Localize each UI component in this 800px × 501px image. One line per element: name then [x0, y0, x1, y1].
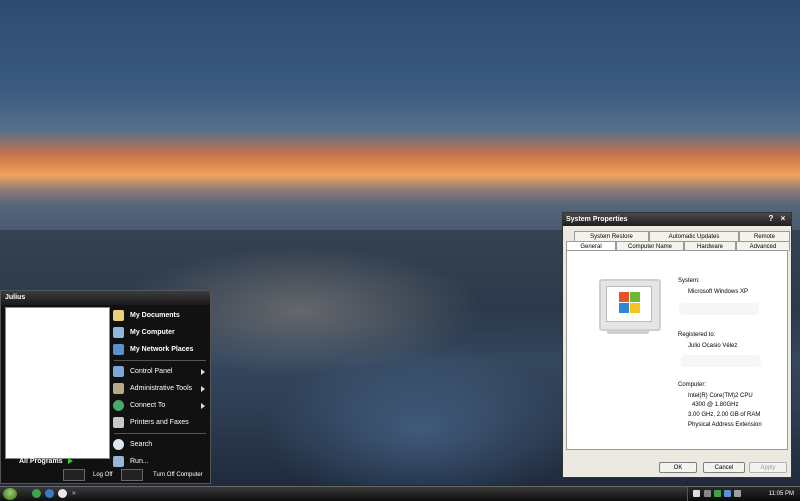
help-tray-icon[interactable] — [693, 490, 700, 497]
system-label: System: — [678, 278, 700, 284]
submenu-arrow-icon — [201, 403, 205, 409]
taskbar: » 11:05 PM — [0, 486, 800, 501]
green-arrow-icon — [67, 458, 73, 465]
quick-launch-more-icon[interactable]: » — [72, 487, 76, 501]
tabs-back-row: System Restore Automatic Updates Remote — [566, 231, 790, 241]
lock-icon — [63, 469, 85, 481]
menu-item-printers-and-faxes[interactable]: Printers and Faxes — [110, 414, 210, 431]
run-icon — [113, 456, 124, 467]
browser-icon[interactable] — [45, 489, 54, 498]
start-menu-user-name: Julius — [1, 291, 210, 305]
menu-separator — [114, 433, 206, 434]
turn-off-computer-button[interactable]: Turn Off Computer — [121, 469, 209, 481]
menu-item-label: My Computer — [130, 329, 175, 336]
apply-button[interactable]: Apply — [749, 462, 787, 473]
redacted-area — [681, 355, 761, 367]
all-programs-label: All Programs — [19, 458, 63, 465]
all-programs-button[interactable]: All Programs — [5, 457, 108, 467]
menu-item-connect-to[interactable]: Connect To — [110, 397, 210, 414]
menu-item-label: Administrative Tools — [130, 385, 193, 392]
start-menu: Julius All Programs My Documents My Comp… — [0, 290, 211, 484]
menu-item-label: Printers and Faxes — [130, 419, 189, 426]
log-off-label: Log Off — [93, 472, 113, 478]
registered-label: Registered to: — [678, 332, 716, 338]
tab-automatic-updates[interactable]: Automatic Updates — [649, 231, 739, 241]
submenu-arrow-icon — [201, 369, 205, 375]
clock[interactable]: 11:05 PM — [769, 487, 794, 501]
quick-launch-icon[interactable] — [32, 489, 41, 498]
system-properties-dialog: System Properties ? × System Restore Aut… — [562, 212, 792, 478]
recent-programs-pane — [5, 307, 110, 459]
menu-item-label: Search — [130, 441, 153, 448]
start-menu-footer: Log Off Turn Off Computer — [1, 467, 210, 483]
menu-separator — [114, 360, 206, 361]
menu-item-label: Run... — [130, 458, 149, 465]
registered-name: Julio Ocasio Vélez — [688, 343, 738, 349]
ok-button[interactable]: OK — [659, 462, 697, 473]
network-icon — [113, 344, 124, 355]
start-menu-places: My Documents My Computer My Network Plac… — [110, 307, 210, 470]
help-icon[interactable]: ? — [767, 215, 775, 223]
dialog-title-bar[interactable]: System Properties ? × — [563, 213, 791, 226]
documents-folder-icon — [113, 310, 124, 321]
log-off-button[interactable]: Log Off — [63, 469, 123, 481]
globe-icon — [113, 400, 124, 411]
cpu-line-4: Physical Address Extension — [688, 422, 762, 428]
turn-off-label: Turn Off Computer — [153, 472, 203, 478]
menu-item-my-computer[interactable]: My Computer — [110, 324, 210, 341]
cpu-line-2: 4300 @ 1.80GHz — [692, 402, 739, 408]
cpu-line-1: Intel(R) Core(TM)2 CPU — [688, 393, 753, 399]
cancel-button[interactable]: Cancel — [703, 462, 745, 473]
menu-item-my-documents[interactable]: My Documents — [110, 307, 210, 324]
computer-icon — [113, 327, 124, 338]
tab-system-restore[interactable]: System Restore — [574, 231, 649, 241]
os-name: Microsoft Windows XP — [688, 289, 749, 295]
windows-xp-monitor-icon — [599, 279, 661, 331]
tab-remote[interactable]: Remote — [739, 231, 790, 241]
general-tab-panel: System: Microsoft Windows XP Registered … — [566, 250, 788, 450]
network-tray-icon[interactable] — [724, 490, 731, 497]
start-button[interactable] — [3, 488, 17, 500]
windows-flag-icon — [619, 292, 641, 314]
search-icon — [113, 439, 124, 450]
submenu-arrow-icon — [201, 386, 205, 392]
computer-label: Computer: — [678, 382, 707, 388]
redacted-area — [679, 303, 759, 315]
dialog-title: System Properties — [566, 216, 628, 223]
menu-item-search[interactable]: Search — [110, 436, 210, 453]
control-panel-icon — [113, 366, 124, 377]
menu-item-label: Control Panel — [130, 368, 173, 375]
system-tray: 11:05 PM — [687, 487, 800, 501]
printer-icon — [113, 417, 124, 428]
menu-item-label: My Network Places — [130, 346, 194, 353]
media-player-icon[interactable] — [58, 489, 67, 498]
menu-item-control-panel[interactable]: Control Panel — [110, 363, 210, 380]
menu-item-administrative-tools[interactable]: Administrative Tools — [110, 380, 210, 397]
cpu-line-3: 3.00 GHz, 2.00 GB of RAM — [688, 412, 761, 418]
menu-item-my-network-places[interactable]: My Network Places — [110, 341, 210, 358]
tray-icon[interactable] — [734, 490, 741, 497]
volume-icon[interactable] — [704, 490, 711, 497]
admin-tools-icon — [113, 383, 124, 394]
security-icon[interactable] — [714, 490, 721, 497]
menu-item-label: Connect To — [130, 402, 166, 409]
close-icon[interactable]: × — [779, 215, 787, 223]
monitor-base — [607, 329, 649, 334]
power-icon — [121, 469, 143, 481]
menu-item-label: My Documents — [130, 312, 180, 319]
